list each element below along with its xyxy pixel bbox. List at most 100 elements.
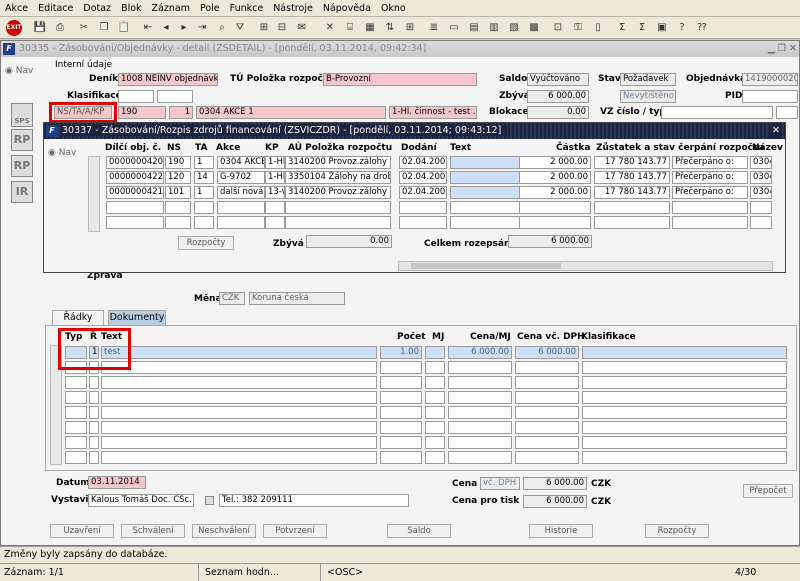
line-cell[interactable] [582, 391, 787, 404]
popup-hscroll-thumb[interactable] [411, 263, 561, 269]
popup-cell-naz[interactable]: 0304 [750, 186, 772, 199]
popup-cell-zust[interactable]: 17 780 143.77 [594, 171, 670, 184]
line-cell[interactable] [65, 391, 87, 404]
prev-record-icon[interactable]: ◂ [158, 20, 174, 36]
filter-icon[interactable]: ⛛ [232, 20, 248, 36]
cut-icon[interactable]: ✂ [76, 20, 92, 36]
popup-cell-akce[interactable]: 0304 AKCE 1 [217, 156, 265, 169]
vz-field[interactable] [661, 106, 773, 119]
popup-cell-ta[interactable] [194, 216, 214, 229]
line-cell[interactable] [380, 451, 422, 464]
kp-field[interactable]: 1-Hl. činnost - test . bb [389, 106, 477, 119]
akce-field[interactable]: 0304 AKCE 1 [196, 106, 386, 119]
line-cell[interactable] [425, 391, 445, 404]
line-cell[interactable] [101, 451, 377, 464]
menu-akce[interactable]: Akce [0, 3, 33, 14]
saldo-button[interactable]: Saldo [387, 524, 451, 538]
popup-cell-obj[interactable]: 0000000421 [106, 186, 164, 199]
paste-icon[interactable]: 📋 [116, 20, 132, 36]
line-cell[interactable] [65, 451, 87, 464]
ns-field[interactable]: 190 [118, 106, 166, 119]
menu-zaznam[interactable]: Záznam [147, 3, 195, 14]
vystavil-checkbox[interactable] [205, 496, 214, 505]
popup-cell-dod[interactable]: 02.04.2005 [399, 186, 447, 199]
popup-cell-kp[interactable] [265, 201, 285, 214]
line-cell[interactable] [89, 376, 99, 389]
popup-cell-au[interactable]: 3350104 Zálohy na drobný [285, 171, 391, 184]
sps-icon[interactable]: SPS [11, 103, 33, 127]
line-cell[interactable] [448, 421, 512, 434]
popup-cell-akce[interactable] [217, 201, 265, 214]
popup-cell-ns[interactable] [165, 216, 191, 229]
menu-okno[interactable]: Okno [376, 3, 411, 14]
line-cell[interactable] [515, 391, 579, 404]
historie-button[interactable]: Historie [529, 524, 593, 538]
sort-icon[interactable]: ⇅ [382, 20, 398, 36]
mena-code-field[interactable]: CZK [219, 292, 245, 305]
line-cell[interactable] [101, 421, 377, 434]
popup-cell-dod[interactable] [399, 216, 447, 229]
line-cell[interactable] [65, 406, 87, 419]
popup-cell-castka[interactable]: 2 000.00 [519, 186, 591, 199]
line-cell[interactable] [515, 406, 579, 419]
popup-cell-obj[interactable]: 0000000420 [106, 156, 164, 169]
popup-cell-akce[interactable] [217, 216, 265, 229]
line-cell[interactable] [380, 406, 422, 419]
popup-cell-au[interactable]: 3140200 Provoz.zálohy na [285, 156, 391, 169]
line-cell[interactable] [425, 451, 445, 464]
klasifikace-field-1[interactable] [118, 90, 154, 103]
klasifikace-field-2[interactable] [157, 90, 193, 103]
line-cell[interactable] [515, 436, 579, 449]
sigma-icon[interactable]: Σ [634, 20, 650, 36]
line-cell[interactable] [89, 436, 99, 449]
menu-nastroje[interactable]: Nástroje [268, 3, 318, 14]
saldo-field[interactable]: Vyúčtováno [527, 73, 589, 86]
lock-icon[interactable]: ⊡ [550, 20, 566, 36]
popup-cell-ns[interactable]: 120 [165, 171, 191, 184]
popup-zbyva-field[interactable]: 0.00 [306, 235, 392, 248]
popup-cell-dod[interactable]: 02.04.2005 [399, 156, 447, 169]
key-icon[interactable]: ⚿ [570, 20, 586, 36]
vz-type-field[interactable] [776, 106, 798, 119]
popup-close-icon[interactable]: ✕ [770, 123, 782, 139]
line-cell[interactable] [448, 451, 512, 464]
popup-cell-castka[interactable]: 2 000.00 [519, 156, 591, 169]
chart-icon[interactable]: ▩ [526, 20, 542, 36]
popup-cell-ta[interactable]: 1 [194, 156, 214, 169]
context-help-icon[interactable]: ⁇ [694, 20, 710, 36]
line-cell[interactable] [380, 421, 422, 434]
line-cell[interactable] [89, 391, 99, 404]
menu-napoveda[interactable]: Nápověda [318, 3, 376, 14]
line-cell[interactable] [582, 376, 787, 389]
line-cell[interactable] [65, 376, 87, 389]
line-cell[interactable] [89, 421, 99, 434]
popup-cell-zust[interactable]: 17 780 143.77 [594, 156, 670, 169]
rozpocty-button[interactable]: Rozpočty [645, 524, 709, 538]
window-icon[interactable]: ▣ [654, 20, 670, 36]
doc-icon[interactable]: ▯ [590, 20, 606, 36]
save-icon[interactable]: 💾 [32, 20, 48, 36]
popup-nav-toggle[interactable]: ◉ Nav [48, 148, 76, 158]
print-icon[interactable]: ⎙ [52, 20, 68, 36]
line-cell[interactable] [380, 436, 422, 449]
line-cell[interactable] [515, 361, 579, 374]
copy-icon[interactable]: ❐ [96, 20, 112, 36]
popup-cell-ns[interactable]: 190 [165, 156, 191, 169]
line-cell[interactable] [582, 346, 787, 359]
popup-hscrollbar[interactable] [398, 261, 773, 271]
popup-cell-au[interactable] [285, 216, 391, 229]
tab-radky[interactable]: Řádky [52, 310, 104, 325]
cena-type-field[interactable]: vč. DPH [480, 477, 520, 490]
popup-cell-obj[interactable] [106, 216, 164, 229]
line-cell[interactable] [101, 361, 377, 374]
line-cell[interactable] [448, 376, 512, 389]
line-cell[interactable] [582, 406, 787, 419]
popup-cell-kp[interactable]: 13-v [265, 186, 285, 199]
insert-record-icon[interactable]: ⊞ [256, 20, 272, 36]
cena-tisk-field[interactable]: 6 000.00 [523, 495, 587, 508]
objednavka-field[interactable]: 1419000020 [742, 73, 798, 86]
close-icon[interactable]: ✕ [789, 41, 797, 57]
popup-cell-dod[interactable]: 02.04.2005 [399, 171, 447, 184]
potvrzeni-button[interactable]: Potvrzení [263, 524, 327, 538]
popup-cell-kp[interactable]: 1-Hl. [265, 156, 285, 169]
